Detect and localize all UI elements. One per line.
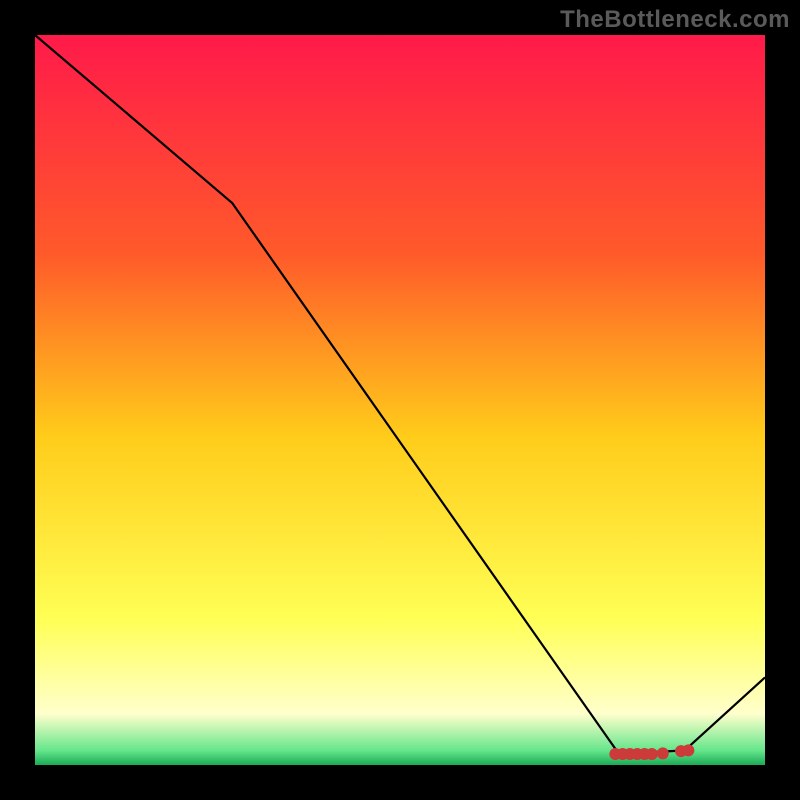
marker-point — [646, 748, 658, 760]
watermark-text: TheBottleneck.com — [560, 6, 790, 34]
chart-background — [35, 35, 765, 765]
marker-point — [682, 744, 694, 756]
chart-frame: TheBottleneck.com — [0, 0, 800, 800]
marker-point — [657, 747, 669, 759]
chart-svg — [35, 35, 765, 765]
plot-area — [35, 35, 765, 765]
